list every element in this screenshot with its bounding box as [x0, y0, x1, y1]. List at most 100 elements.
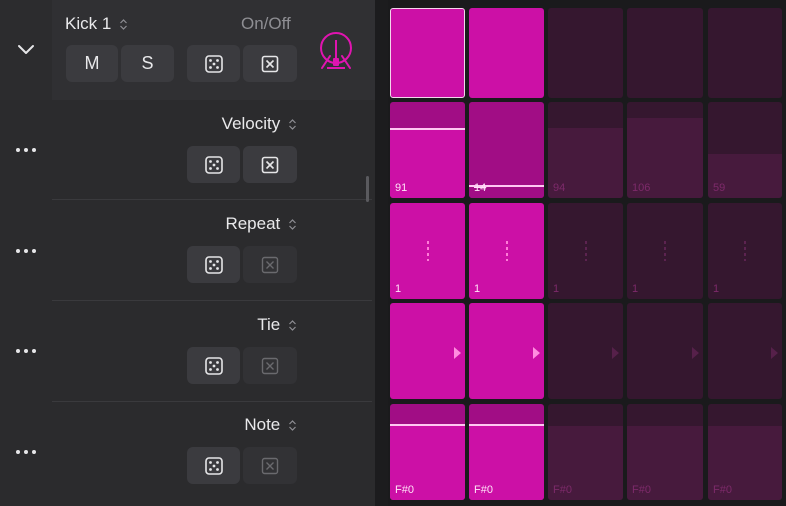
- tie-arrow-icon: [533, 347, 540, 359]
- chevron-down-icon: [18, 45, 34, 54]
- track-on-off-toggle[interactable]: [316, 30, 356, 74]
- repeat-value: 1: [395, 283, 402, 295]
- clear-note-button[interactable]: [243, 447, 297, 484]
- note-step-5[interactable]: F#0: [708, 404, 782, 500]
- row-label-repeat[interactable]: Repeat: [225, 214, 297, 234]
- repeat-step-2[interactable]: 1: [469, 203, 544, 299]
- tie-step-5[interactable]: [708, 303, 782, 399]
- dice-icon: [204, 356, 223, 375]
- clear-button[interactable]: [243, 45, 297, 82]
- repeat-value: 1: [632, 283, 639, 295]
- row-label-tie[interactable]: Tie: [257, 315, 297, 335]
- up-down-arrows-icon: [120, 19, 127, 30]
- repeat-step-3[interactable]: 1: [548, 203, 623, 299]
- randomize-button[interactable]: [187, 45, 240, 82]
- up-down-arrows-icon: [289, 320, 296, 331]
- tie-step-2[interactable]: [469, 303, 544, 399]
- ellipsis-icon: [16, 248, 36, 253]
- note-value: F#0: [713, 484, 732, 496]
- row-divider: [52, 401, 372, 402]
- note-value: F#0: [553, 484, 572, 496]
- on-step-4[interactable]: [627, 8, 703, 98]
- velocity-value: 106: [632, 182, 651, 194]
- repeat-value: 1: [553, 283, 560, 295]
- note-step-3[interactable]: F#0: [548, 404, 623, 500]
- clear-x-icon: [261, 457, 279, 474]
- row-more-button-velocity[interactable]: [0, 100, 52, 200]
- clear-x-icon: [261, 156, 279, 173]
- note-level-line: [390, 424, 465, 426]
- clear-tie-button[interactable]: [243, 347, 297, 384]
- velocity-step-2[interactable]: 14: [469, 102, 544, 198]
- on-step-3[interactable]: [548, 8, 623, 98]
- dice-icon: [204, 456, 223, 475]
- track-name: Kick 1: [65, 14, 112, 33]
- kick-drum-icon: [320, 32, 352, 69]
- velocity-step-5[interactable]: 59: [708, 102, 782, 198]
- repeat-step-1[interactable]: 1: [390, 203, 465, 299]
- up-down-arrows-icon: [289, 420, 296, 431]
- repeat-divider: [744, 241, 746, 261]
- row-divider: [52, 300, 372, 301]
- clear-x-icon: [261, 357, 279, 374]
- clear-repeat-button[interactable]: [243, 246, 297, 283]
- randomize-velocity-button[interactable]: [187, 146, 240, 183]
- mute-button[interactable]: M: [66, 45, 118, 82]
- on-step-2[interactable]: [469, 8, 544, 98]
- track-name-selector[interactable]: Kick 1: [65, 14, 128, 34]
- row-more-button-repeat[interactable]: [0, 200, 52, 301]
- track-inspector: Kick 1 On/Off M S Velocity Repeat Tie No…: [0, 0, 375, 506]
- repeat-value: 1: [713, 283, 720, 295]
- tie-arrow-icon: [612, 347, 619, 359]
- row-more-button-note[interactable]: [0, 402, 52, 502]
- tie-arrow-icon: [771, 347, 778, 359]
- row-divider: [52, 199, 372, 200]
- on-step-1[interactable]: [390, 8, 465, 98]
- repeat-divider: [664, 241, 666, 261]
- solo-button[interactable]: S: [121, 45, 174, 82]
- clear-x-icon: [261, 55, 279, 72]
- up-down-arrows-icon: [289, 119, 296, 130]
- step-grid: 91 14 94 106 59 1 1 1 1 1 F#0 F#0 F#0 F#0 F#0: [388, 0, 786, 506]
- velocity-step-1[interactable]: 91: [390, 102, 465, 198]
- ellipsis-icon: [16, 148, 36, 152]
- on-step-5[interactable]: [708, 8, 782, 98]
- row-label-note[interactable]: Note: [244, 415, 297, 435]
- note-value: F#0: [474, 484, 493, 496]
- row-more-button-tie[interactable]: [0, 301, 52, 401]
- clear-velocity-button[interactable]: [243, 146, 297, 183]
- dice-icon: [204, 54, 223, 73]
- repeat-divider: [505, 241, 508, 261]
- tie-step-4[interactable]: [627, 303, 703, 399]
- note-level-line: [469, 424, 544, 426]
- clear-x-icon: [261, 256, 279, 273]
- ellipsis-icon: [16, 349, 36, 353]
- ellipsis-icon: [16, 450, 36, 454]
- randomize-tie-button[interactable]: [187, 347, 240, 384]
- note-step-4[interactable]: F#0: [627, 404, 703, 500]
- tie-step-3[interactable]: [548, 303, 623, 399]
- note-step-2[interactable]: F#0: [469, 404, 544, 500]
- randomize-note-button[interactable]: [187, 447, 240, 484]
- velocity-step-4[interactable]: 106: [627, 102, 703, 198]
- velocity-level-line: [390, 128, 465, 130]
- row-label-velocity[interactable]: Velocity: [222, 114, 297, 134]
- repeat-divider: [584, 241, 587, 261]
- dice-icon: [204, 255, 223, 274]
- velocity-value: 14: [474, 182, 487, 194]
- velocity-step-3[interactable]: 94: [548, 102, 623, 198]
- velocity-value: 94: [553, 182, 566, 194]
- note-step-1[interactable]: F#0: [390, 404, 465, 500]
- tie-arrow-icon: [692, 347, 699, 359]
- velocity-value: 59: [713, 182, 726, 194]
- repeat-divider: [426, 241, 429, 261]
- note-value: F#0: [395, 484, 414, 496]
- up-down-arrows-icon: [289, 219, 296, 230]
- tie-step-1[interactable]: [390, 303, 465, 399]
- collapse-toggle[interactable]: [0, 0, 52, 100]
- panel-separator: [375, 0, 388, 506]
- repeat-step-4[interactable]: 1: [627, 203, 703, 299]
- randomize-repeat-button[interactable]: [187, 246, 240, 283]
- scroll-indicator[interactable]: [366, 176, 369, 202]
- repeat-step-5[interactable]: 1: [708, 203, 782, 299]
